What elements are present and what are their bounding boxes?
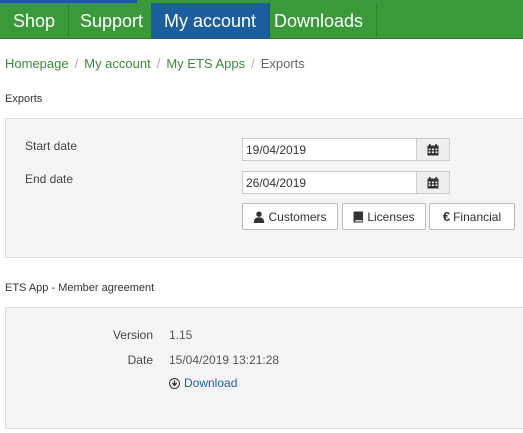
breadcrumb-separator: / <box>251 56 255 71</box>
start-date-calendar-button[interactable] <box>416 138 450 161</box>
download-icon <box>169 377 180 389</box>
date-value: 15/04/2019 13:21:28 <box>169 353 280 367</box>
breadcrumb-homepage[interactable]: Homepage <box>5 56 69 71</box>
agreement-title: ETS App - Member agreement <box>5 282 155 294</box>
nav-item-my-account[interactable]: My account <box>151 3 271 39</box>
agreement-panel: Version 1.15 Date 15/04/2019 13:21:28 Do… <box>5 307 523 429</box>
book-icon <box>353 211 364 222</box>
breadcrumb-separator: / <box>156 56 161 71</box>
breadcrumb-separator: / <box>74 56 79 71</box>
download-link[interactable]: Download <box>169 376 237 390</box>
breadcrumb-current: Exports <box>260 56 305 71</box>
licenses-button-label: Licenses <box>367 209 415 224</box>
exports-title: Exports <box>5 93 43 105</box>
financial-button-label: Financial <box>453 209 502 224</box>
exports-panel: Start date End date C <box>5 118 523 258</box>
end-date-input[interactable] <box>242 171 417 194</box>
customers-button[interactable]: Customers <box>242 203 338 230</box>
user-icon <box>254 211 265 223</box>
euro-icon: € <box>442 209 451 224</box>
financial-button[interactable]: € Financial <box>429 203 515 230</box>
nav-item-support[interactable]: Support <box>67 3 158 39</box>
licenses-button[interactable]: Licenses <box>342 203 426 230</box>
nav-item-shop[interactable]: Shop <box>0 3 70 39</box>
end-date-label: End date <box>25 172 74 186</box>
nav-item-downloads[interactable]: Downloads <box>261 3 378 39</box>
date-label: Date <box>127 353 153 367</box>
breadcrumb-my-ets-apps[interactable]: My ETS Apps <box>166 56 245 71</box>
breadcrumb: Homepage / My account / My ETS Apps / Exports <box>5 56 305 71</box>
version-value: 1.15 <box>169 328 193 342</box>
end-date-calendar-button[interactable] <box>416 171 450 194</box>
version-label: Version <box>112 328 153 342</box>
customers-button-label: Customers <box>268 209 327 224</box>
start-date-input[interactable] <box>242 138 417 161</box>
download-label: Download <box>184 376 238 390</box>
calendar-icon <box>427 176 439 188</box>
calendar-icon <box>427 143 439 155</box>
top-navigation: Shop Support My account Downloads <box>0 0 523 39</box>
start-date-label: Start date <box>25 139 78 153</box>
breadcrumb-my-account[interactable]: My account <box>84 56 150 71</box>
